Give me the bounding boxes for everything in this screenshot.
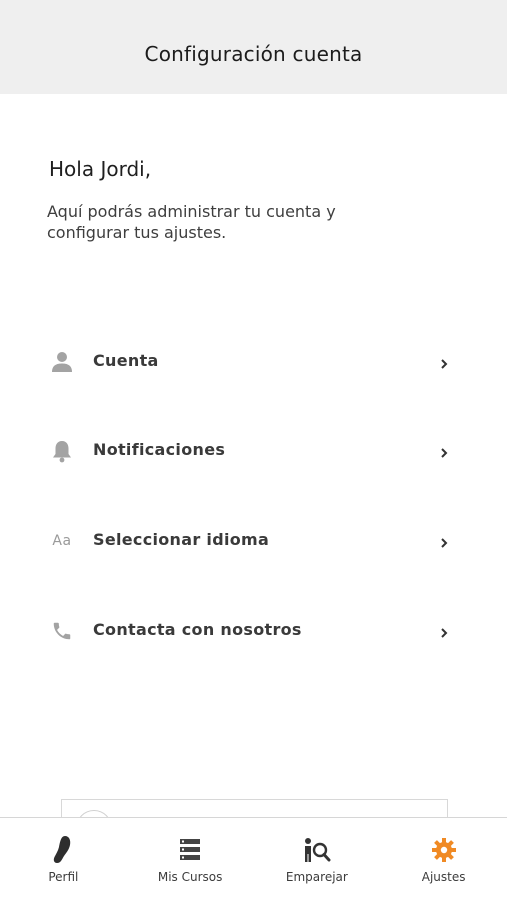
tab-mis-cursos[interactable]: Mis Cursos	[127, 818, 254, 901]
menu-item-label: Contacta con nosotros	[93, 620, 302, 639]
chevron-right-icon	[441, 628, 448, 638]
chevron-right-icon	[441, 359, 448, 369]
person-icon	[50, 350, 74, 374]
tab-ajustes[interactable]: Ajustes	[380, 818, 507, 901]
bell-icon	[50, 439, 74, 463]
header-bar: Configuración cuenta	[0, 0, 507, 94]
phone-icon	[50, 619, 74, 643]
menu-item-seleccionar-idioma[interactable]: Aa Seleccionar idioma	[0, 529, 507, 575]
page-title: Configuración cuenta	[144, 42, 363, 66]
chevron-right-icon	[441, 448, 448, 458]
menu-item-notificaciones[interactable]: Notificaciones	[0, 439, 507, 485]
menu-item-label: Notificaciones	[93, 440, 226, 459]
footprint-icon	[51, 834, 75, 866]
menu-item-label: Seleccionar idioma	[93, 530, 270, 549]
intro-text: Aquí podrás administrar tu cuenta y conf…	[47, 202, 336, 242]
menu-item-label: Cuenta	[93, 351, 159, 370]
menu-item-contacta[interactable]: Contacta con nosotros	[0, 619, 507, 665]
tab-label: Emparejar	[285, 870, 348, 884]
match-search-icon	[303, 834, 331, 866]
list-icon	[179, 834, 201, 866]
tab-perfil[interactable]: Perfil	[0, 818, 127, 901]
bottom-tab-bar: Perfil Mis Cursos Emparejar Ajustes	[0, 817, 507, 901]
chevron-right-icon	[441, 538, 448, 548]
tab-emparejar[interactable]: Emparejar	[254, 818, 381, 901]
tab-label: Ajustes	[421, 870, 466, 884]
language-icon: Aa	[52, 533, 72, 549]
tab-label: Mis Cursos	[157, 870, 223, 884]
gear-icon	[431, 834, 457, 866]
greeting-text: Hola Jordi,	[49, 157, 152, 181]
menu-item-cuenta[interactable]: Cuenta	[0, 350, 507, 396]
tab-label: Perfil	[48, 870, 79, 884]
